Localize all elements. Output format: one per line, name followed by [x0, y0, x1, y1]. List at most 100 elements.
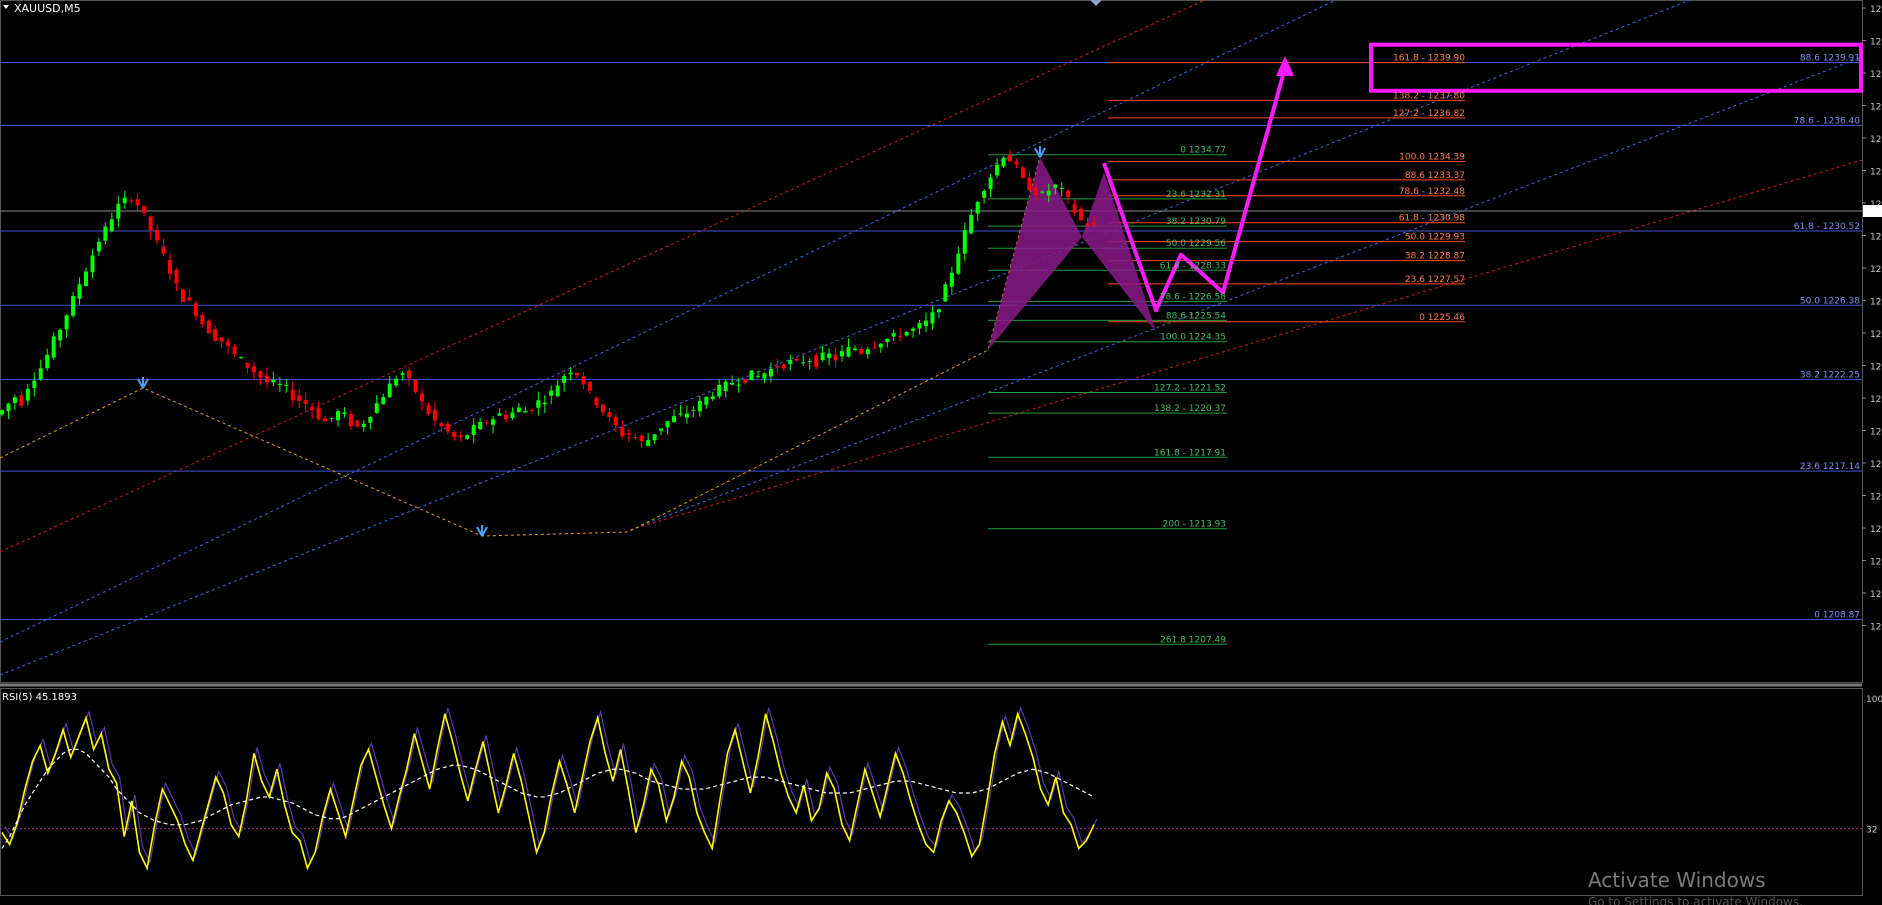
candle-body-103 [665, 421, 670, 428]
candle-body-104 [672, 416, 676, 423]
candle-body-32 [206, 320, 211, 334]
candle-body-84 [542, 402, 547, 405]
candle-body-80 [516, 407, 521, 412]
candle-body-78 [504, 414, 508, 420]
price-axis-label-3: 12 [1870, 103, 1881, 113]
candle-body-8 [51, 336, 56, 358]
candle-body-99 [639, 435, 644, 442]
candle-body-13 [84, 271, 88, 286]
candle-body-30 [193, 303, 198, 317]
candle-body-158 [1020, 167, 1025, 178]
candle-body-7 [45, 354, 50, 369]
candle-body-83 [536, 400, 541, 408]
fib-green-1618-label: 161.8 - 1217.91 [1154, 448, 1226, 458]
candle-body-23 [148, 216, 153, 231]
candle-body-64 [413, 379, 418, 392]
candle-body-14 [90, 255, 95, 273]
candle-body-33 [213, 329, 218, 341]
candle-body-67 [432, 409, 437, 421]
candle-body-100 [646, 439, 651, 446]
candle-body-36 [232, 346, 237, 354]
price-axis-label-7: 12 [1870, 233, 1881, 243]
candle-body-40 [258, 371, 263, 378]
candle-body-128 [827, 353, 832, 359]
candle-body-66 [426, 405, 431, 414]
candle-body-118 [762, 373, 767, 379]
fib-orange-0-label: 0 1225.46 [1419, 313, 1465, 323]
fib-green-786-label: 78.6 - 1226.58 [1160, 293, 1226, 303]
candle-body-156 [1008, 154, 1012, 162]
candle-body-75 [484, 422, 489, 424]
candle-body-16 [103, 226, 108, 241]
candle-body-111 [717, 384, 722, 397]
candle-body-96 [620, 427, 625, 437]
candle-body-130 [840, 351, 844, 357]
candle-body-58 [374, 403, 379, 413]
candle-body-11 [71, 296, 76, 316]
current-price-tag [1863, 205, 1882, 217]
candle-body-95 [613, 416, 618, 426]
candle-body-108 [697, 400, 702, 412]
candle-body-142 [917, 323, 922, 329]
candle-body-71 [458, 435, 463, 438]
price-axis-label-8: 12 [1870, 265, 1881, 275]
candle-body-25 [161, 246, 166, 254]
candle-body-165 [1066, 190, 1071, 197]
candle-body-92 [594, 397, 599, 406]
candle-body-74 [478, 421, 483, 430]
candle-body-132 [852, 348, 857, 351]
candle-body-122 [788, 360, 793, 365]
price-axis-label-9: 12 [1870, 298, 1881, 308]
candle-body-22 [142, 206, 147, 213]
trading-chart[interactable]: XAUUSD,M5 88.6 1239.91 78.6 - 1236.40 61.8… [0, 0, 1882, 905]
candle-body-123 [794, 358, 799, 361]
candle-body-90 [581, 376, 586, 385]
candle-body-150 [969, 214, 974, 234]
candle-body-73 [471, 424, 476, 436]
candle-body-126 [814, 355, 819, 367]
candle-body-6 [38, 368, 43, 380]
candle-body-72 [465, 435, 470, 439]
candle-body-10 [64, 315, 69, 330]
candle-body-168 [1085, 223, 1090, 226]
candle-body-166 [1072, 204, 1077, 213]
candle-body-162 [1046, 190, 1051, 196]
candle-body-76 [491, 419, 496, 425]
candle-body-38 [245, 362, 250, 368]
candle-body-39 [252, 366, 256, 373]
candle-body-159 [1027, 177, 1032, 191]
candle-body-2 [12, 397, 17, 403]
candle-body-157 [1014, 161, 1019, 165]
candle-body-3 [19, 395, 24, 406]
candle-body-56 [361, 423, 366, 428]
candle-body-27 [174, 269, 179, 284]
candle-body-131 [846, 347, 851, 357]
candle-body-148 [956, 253, 961, 274]
candle-body-65 [420, 393, 424, 402]
candle-body-163 [1053, 184, 1058, 188]
fib-orange-382-label: 38.2 1228.87 [1405, 252, 1465, 262]
price-axis-label-5: 12 [1870, 168, 1881, 178]
fib-green-0-label: 0 1234.77 [1180, 146, 1226, 156]
candle-body-59 [381, 397, 386, 405]
candle-body-34 [219, 337, 224, 342]
candle-body-143 [924, 320, 928, 326]
candle-body-154 [995, 164, 1000, 176]
fib-orange-786-label: 78.6 - 1232.48 [1399, 187, 1465, 197]
candle-body-134 [865, 349, 870, 355]
candle-body-81 [523, 410, 528, 413]
fib-orange-236-label: 23.6 1227.57 [1405, 275, 1465, 285]
fib-green-618-label: 61.8 - 1228.33 [1160, 261, 1226, 271]
candle-body-46 [297, 395, 302, 402]
candle-body-29 [187, 297, 192, 301]
candle-body-105 [678, 413, 683, 415]
candle-body-113 [730, 383, 735, 385]
candle-body-125 [807, 361, 812, 363]
candle-body-61 [394, 378, 399, 386]
candle-body-160 [1033, 187, 1038, 196]
price-axis-label-13: 12 [1870, 428, 1881, 438]
candle-body-136 [878, 343, 883, 348]
fib-blue-236-label: 23.6 1217.14 [1800, 462, 1860, 472]
candle-body-18 [116, 203, 121, 219]
rsi-axis-label-1: 32 [1866, 826, 1877, 836]
